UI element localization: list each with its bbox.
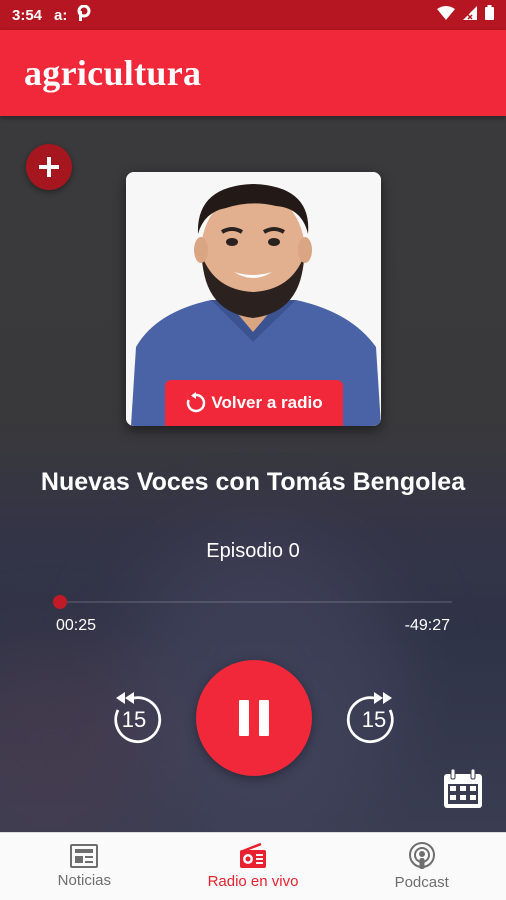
nav-item-podcast[interactable]: Podcast bbox=[337, 833, 506, 900]
podcast-icon bbox=[408, 842, 435, 869]
app-title: agricultura bbox=[24, 53, 202, 93]
newspaper-icon bbox=[70, 844, 99, 868]
bottom-navigation: Noticias Radio en vivo Podcast bbox=[0, 832, 506, 900]
status-time: 3:54 bbox=[12, 6, 43, 24]
wifi-icon bbox=[437, 5, 455, 25]
time-elapsed: 00:25 bbox=[56, 617, 97, 634]
p-icon bbox=[77, 4, 91, 26]
add-button[interactable] bbox=[26, 144, 72, 190]
progress-thumb[interactable] bbox=[53, 595, 67, 609]
time-remaining: -49:27 bbox=[404, 617, 450, 634]
nav-label: Noticias bbox=[57, 872, 112, 889]
plus-icon bbox=[39, 157, 59, 177]
progress-track[interactable] bbox=[56, 601, 452, 603]
nav-item-radio-en-vivo[interactable]: Radio en vivo bbox=[169, 833, 338, 900]
skip-forward-label: 15 bbox=[361, 707, 387, 732]
radio-icon bbox=[240, 843, 266, 868]
pause-icon bbox=[239, 700, 269, 736]
nav-label: Radio en vivo bbox=[207, 873, 299, 890]
player: Volver a radio Nuevas Voces con Tomás Be… bbox=[0, 116, 506, 832]
battery-icon bbox=[485, 5, 494, 25]
skip-back-15-button[interactable]: 15 bbox=[104, 688, 164, 748]
status-bar: 3:54 a: bbox=[0, 0, 506, 30]
notification-text: a: bbox=[54, 6, 68, 24]
skip-forward-15-button[interactable]: 15 bbox=[344, 688, 404, 748]
back-to-radio-label: Volver a radio bbox=[211, 393, 323, 412]
app-bar: agricultura bbox=[0, 30, 506, 116]
signal-icon bbox=[463, 5, 477, 25]
episode-title: Nuevas Voces con Tomás Bengolea bbox=[40, 468, 466, 496]
back-to-radio-button[interactable]: Volver a radio bbox=[165, 380, 343, 426]
calendar-icon bbox=[444, 768, 482, 808]
episode-subtitle: Episodio 0 bbox=[206, 540, 300, 562]
refresh-icon bbox=[187, 392, 206, 413]
pause-button[interactable] bbox=[196, 660, 312, 776]
schedule-button[interactable] bbox=[442, 768, 484, 810]
nav-label: Podcast bbox=[394, 874, 449, 891]
skip-back-label: 15 bbox=[121, 707, 147, 732]
nav-item-noticias[interactable]: Noticias bbox=[0, 833, 169, 900]
